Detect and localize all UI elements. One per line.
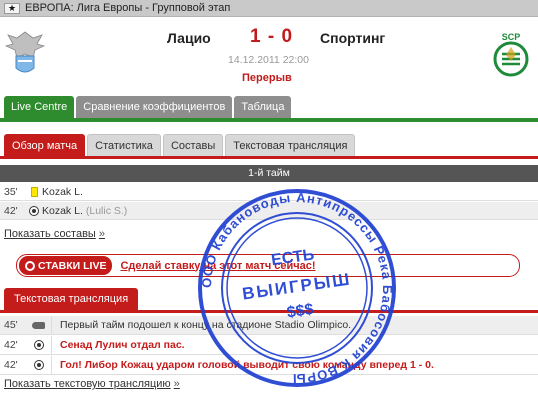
tab-table[interactable]: Таблица [234, 96, 292, 118]
main-tabs: Live Centre Сравнение коэффициентов Табл… [4, 96, 292, 118]
lazio-eagle-logo-icon [4, 31, 46, 73]
tab-text-commentary-section[interactable]: Текстовая трансляция [4, 288, 139, 310]
tab-lineups[interactable]: Составы [162, 134, 224, 156]
tab-match-overview[interactable]: Обзор матча [4, 134, 86, 156]
sporting-logo-text: SCP [502, 32, 521, 42]
live-bet-label: СТАВКИ LIVE [38, 259, 107, 272]
match-datetime: 14.12.2011 22:00 [228, 54, 309, 66]
event-minute: 42' [4, 204, 18, 217]
show-lineups-link[interactable]: Показать составы» [4, 228, 105, 240]
yellow-card-icon [30, 186, 38, 197]
goal-ball-icon [33, 360, 44, 370]
tab-live-centre[interactable]: Live Centre [4, 96, 75, 118]
power-icon [25, 260, 35, 271]
show-commentary-label[interactable]: Показать текстовую трансляцию [4, 378, 171, 390]
goal-ball-icon [33, 340, 44, 350]
stamp-line2: ВЫИГРЫШ [241, 269, 352, 303]
tab-statistics[interactable]: Статистика [87, 134, 161, 156]
stamp-overlay: ООО Кабановоды Антипрессы Река Бабосовия… [198, 189, 396, 387]
tab-odds-comparison[interactable]: Сравнение коэффициентов [76, 96, 233, 118]
away-team-name[interactable]: Спортинг [320, 30, 385, 46]
event-player[interactable]: Kozak L. [42, 186, 83, 198]
show-commentary-link[interactable]: Показать текстовую трансляцию» [4, 378, 180, 390]
commentary-minute: 42' [4, 339, 18, 351]
sporting-logo-icon: SCP [493, 32, 529, 77]
commentary-text: Сенад Лулич отдал пас. [60, 339, 185, 351]
event-minute: 35' [4, 185, 18, 198]
tab-text-commentary[interactable]: Текстовая трансляция [225, 134, 356, 156]
live-bet-button[interactable]: СТАВКИ LIVE [19, 256, 113, 275]
match-status: Перерыв [242, 72, 292, 84]
stamp-line3: $$$ [286, 301, 315, 322]
half-header: 1-й тайм [0, 165, 538, 182]
sub-tabs-underline [0, 156, 538, 159]
goal-ball-icon [29, 205, 39, 216]
arrow-right-icon: » [98, 228, 105, 240]
match-header: Лацио 1 - 0 Спортинг 14.12.2011 22:00 Пе… [0, 18, 538, 94]
event-player[interactable]: Kozak L. [42, 205, 83, 217]
europe-flag-icon: ★ [4, 2, 20, 14]
commentary-tabs: Текстовая трансляция [4, 288, 139, 310]
competition-bar: ★ ЕВРОПА: Лига Европы - Групповой этап [0, 0, 538, 17]
show-lineups-label[interactable]: Показать составы [4, 228, 96, 240]
stamp-line1: ЕСТЬ [270, 246, 315, 269]
arrow-right-icon: » [173, 378, 180, 390]
event-assist: (Lulic S.) [85, 204, 128, 217]
commentary-minute: 45' [4, 319, 18, 331]
sub-tabs: Обзор матча Статистика Составы Текстовая… [4, 134, 356, 156]
main-tabs-underline [0, 118, 538, 122]
whistle-icon [32, 321, 45, 329]
match-score: 1 - 0 [250, 26, 294, 47]
commentary-minute: 42' [4, 359, 18, 371]
competition-title: ЕВРОПА: Лига Европы - Групповой этап [25, 2, 231, 14]
home-team-name[interactable]: Лацио [167, 30, 211, 46]
